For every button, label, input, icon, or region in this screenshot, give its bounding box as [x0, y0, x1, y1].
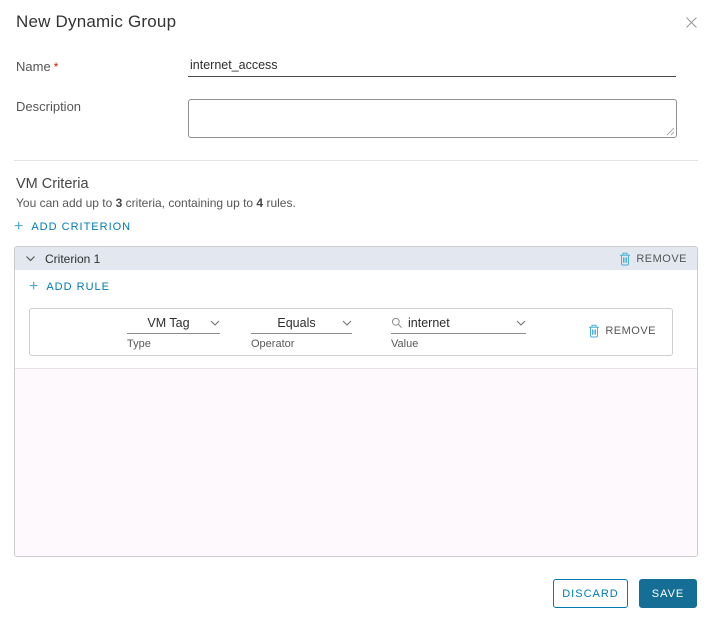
rule-operator-value: Equals [251, 316, 342, 330]
rule-value-label: Value [391, 338, 526, 350]
add-rule-label: ADD RULE [46, 281, 110, 293]
chevron-down-icon [210, 320, 220, 326]
new-dynamic-group-dialog: New Dynamic Group Name* Description VM C… [0, 0, 714, 626]
plus-icon: + [29, 281, 39, 293]
chevron-down-icon [516, 320, 526, 326]
rule-value-dropdown[interactable]: internet [391, 316, 526, 334]
remove-rule-label: REMOVE [605, 325, 656, 337]
criterion-title: Criterion 1 [45, 252, 100, 266]
remove-criterion-label: REMOVE [636, 253, 687, 265]
name-field-label: Name* [16, 59, 58, 74]
required-marker: * [54, 60, 59, 74]
criterion-empty-area [15, 369, 697, 556]
chevron-down-icon [342, 320, 352, 326]
add-criterion-label: ADD CRITERION [31, 221, 131, 233]
name-input[interactable] [188, 57, 676, 77]
rule-value-value: internet [403, 316, 516, 330]
description-field [188, 99, 677, 138]
trash-icon [588, 324, 600, 338]
section-divider [14, 160, 698, 161]
rule-value-field: internet Value [391, 316, 526, 350]
description-field-label: Description [16, 99, 81, 114]
rule-type-dropdown[interactable]: VM Tag [127, 316, 220, 334]
add-rule-button[interactable]: + ADD RULE [29, 281, 110, 293]
description-textarea[interactable] [188, 99, 677, 138]
resize-handle-icon[interactable] [666, 127, 675, 136]
trash-icon [619, 252, 631, 266]
save-button[interactable]: SAVE [639, 579, 697, 608]
rule-type-label: Type [127, 338, 220, 350]
rule-type-value: VM Tag [127, 316, 210, 330]
close-icon [685, 16, 698, 29]
search-icon [391, 317, 403, 329]
vm-criteria-help-text: You can add up to 3 criteria, containing… [16, 196, 296, 210]
remove-rule-button[interactable]: REMOVE [588, 324, 656, 338]
rule-row: VM Tag Type Equals Operator [29, 308, 673, 356]
plus-icon: + [14, 221, 24, 233]
criterion-header[interactable]: Criterion 1 REMOVE [15, 247, 697, 270]
collapse-criterion-button[interactable] [25, 255, 36, 262]
dialog-title: New Dynamic Group [16, 12, 176, 32]
close-button[interactable] [683, 14, 699, 30]
chevron-down-icon [25, 255, 36, 262]
rule-operator-dropdown[interactable]: Equals [251, 316, 352, 334]
add-criterion-button[interactable]: + ADD CRITERION [14, 221, 131, 233]
remove-criterion-button[interactable]: REMOVE [619, 252, 687, 266]
vm-criteria-heading: VM Criteria [16, 176, 89, 192]
rule-operator-field: Equals Operator [251, 316, 352, 350]
criterion-panel: Criterion 1 REMOVE + ADD RULE VM Tag [14, 246, 698, 557]
rule-operator-label: Operator [251, 338, 352, 350]
rule-type-field: VM Tag Type [127, 316, 220, 350]
discard-button[interactable]: DISCARD [553, 579, 628, 608]
